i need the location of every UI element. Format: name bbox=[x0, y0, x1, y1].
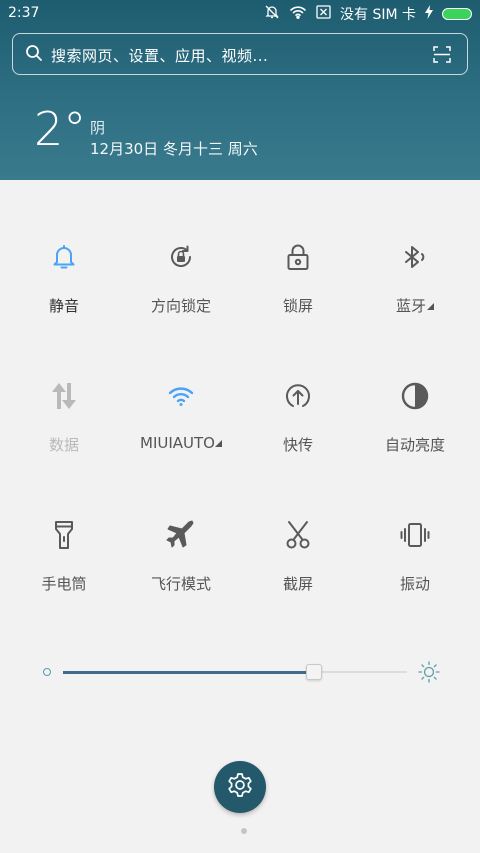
flashlight-icon bbox=[4, 518, 124, 552]
tile-label: 截屏 bbox=[282, 575, 313, 593]
tile-label: 快传 bbox=[282, 436, 313, 454]
tile-label: 蓝牙 bbox=[395, 297, 426, 315]
weather-date: 12月30日 冬月十三 周六 bbox=[90, 140, 258, 158]
wifi-status-icon bbox=[289, 5, 307, 23]
weather-condition: 阴 bbox=[90, 119, 106, 137]
tile-wifi[interactable]: MIUIAUTO bbox=[121, 379, 241, 452]
lock-icon bbox=[238, 240, 358, 274]
search-icon bbox=[25, 44, 43, 66]
brightness-slider[interactable] bbox=[40, 660, 444, 684]
tile-vibrate[interactable]: 振动 bbox=[355, 518, 475, 594]
gear-icon bbox=[226, 771, 254, 803]
tile-label: 振动 bbox=[399, 575, 430, 593]
status-time: 2:37 bbox=[8, 5, 40, 21]
tile-label: 手电筒 bbox=[41, 575, 87, 593]
tile-bluetooth[interactable]: 蓝牙 bbox=[355, 240, 475, 316]
battery-icon bbox=[442, 8, 472, 20]
tile-airplane-mode[interactable]: 飞行模式 bbox=[121, 518, 241, 594]
carrier-text: 没有 SIM 卡 bbox=[340, 7, 416, 23]
screenshot-scissors-icon bbox=[238, 518, 358, 552]
scan-icon[interactable] bbox=[433, 46, 451, 67]
bell-icon bbox=[4, 240, 124, 274]
no-sim-icon bbox=[316, 5, 331, 23]
airplane-icon bbox=[121, 518, 241, 552]
brightness-max-icon bbox=[417, 660, 441, 688]
charging-icon bbox=[425, 5, 433, 23]
wifi-icon bbox=[121, 379, 241, 413]
search-bar[interactable]: 搜索网页、设置、应用、视频... bbox=[12, 33, 468, 75]
notification-header: 2:37 没有 SIM 卡 搜索网页、设置、应用、视频... 2° 阴 12月3… bbox=[0, 0, 480, 180]
tile-quick-share[interactable]: 快传 bbox=[238, 379, 358, 455]
search-placeholder: 搜索网页、设置、应用、视频... bbox=[51, 47, 269, 65]
bluetooth-icon bbox=[355, 240, 475, 274]
tile-label: 数据 bbox=[48, 436, 79, 454]
tile-label: 静音 bbox=[48, 297, 79, 315]
tile-label: 飞行模式 bbox=[150, 575, 211, 593]
brightness-fill bbox=[63, 670, 315, 674]
auto-brightness-icon bbox=[355, 379, 475, 413]
rotation-lock-icon bbox=[121, 240, 241, 274]
status-bar: 2:37 没有 SIM 卡 bbox=[0, 0, 480, 28]
tile-label: 方向锁定 bbox=[150, 297, 211, 315]
tile-label: 锁屏 bbox=[282, 297, 313, 315]
page-indicator-dot bbox=[241, 828, 247, 834]
brightness-thumb[interactable] bbox=[306, 664, 323, 680]
settings-button[interactable] bbox=[214, 761, 266, 813]
tile-auto-brightness[interactable]: 自动亮度 bbox=[355, 379, 475, 455]
tile-flashlight[interactable]: 手电筒 bbox=[4, 518, 124, 594]
vibrate-icon bbox=[355, 518, 475, 552]
tile-screenshot[interactable]: 截屏 bbox=[238, 518, 358, 594]
brightness-track[interactable] bbox=[63, 664, 407, 680]
tile-lock-screen[interactable]: 锁屏 bbox=[238, 240, 358, 316]
tile-label: 自动亮度 bbox=[384, 436, 445, 454]
brightness-min-icon bbox=[43, 668, 51, 676]
tile-mobile-data[interactable]: 数据 bbox=[4, 379, 124, 455]
tile-silent[interactable]: 静音 bbox=[4, 240, 124, 316]
quick-share-icon bbox=[238, 379, 358, 413]
expand-triangle-icon bbox=[427, 303, 434, 310]
notification-muted-icon bbox=[264, 4, 280, 24]
tile-rotation-lock[interactable]: 方向锁定 bbox=[121, 240, 241, 316]
weather-temperature: 2° bbox=[34, 102, 87, 156]
mobile-data-icon bbox=[4, 379, 124, 413]
expand-triangle-icon bbox=[215, 440, 222, 447]
tile-label: MIUIAUTO bbox=[140, 434, 214, 452]
